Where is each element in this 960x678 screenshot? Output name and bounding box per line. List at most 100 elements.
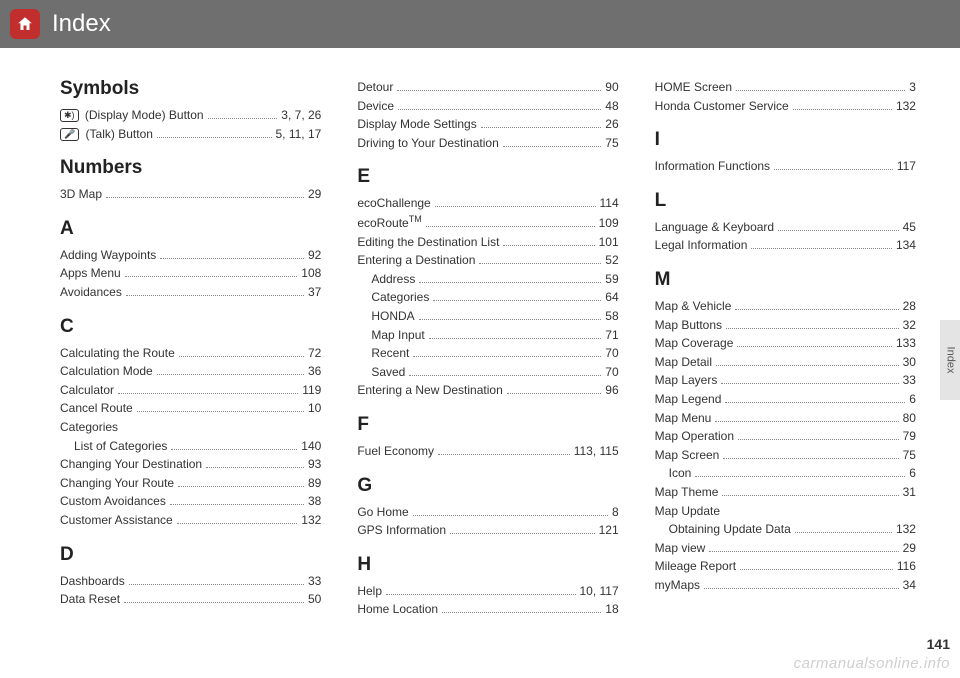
index-content: Symbols✱) (Display Mode) Button3, 7, 26🎤… xyxy=(0,48,960,619)
leader-dots xyxy=(106,197,304,198)
index-entry: Icon6 xyxy=(655,464,916,483)
leader-dots xyxy=(709,551,898,552)
index-entry-page: 10, 117 xyxy=(580,582,619,601)
index-entry-page: 108 xyxy=(301,264,321,283)
index-entry: Entering a New Destination96 xyxy=(357,381,618,400)
index-entry: Help 10, 117 xyxy=(357,582,618,601)
index-entry-label: Custom Avoidances xyxy=(60,492,166,511)
index-entry: myMaps34 xyxy=(655,576,916,595)
index-entry: Map & Vehicle28 xyxy=(655,297,916,316)
index-section-heading: A xyxy=(60,218,321,240)
index-entry-label: Detour xyxy=(357,78,393,97)
index-entry-label: Map & Vehicle xyxy=(655,297,732,316)
leader-dots xyxy=(442,612,601,613)
index-entry-label: Driving to Your Destination xyxy=(357,134,498,153)
index-entry: Map Coverage133 xyxy=(655,334,916,353)
index-entry: GPS Information121 xyxy=(357,521,618,540)
leader-dots xyxy=(137,411,304,412)
index-entry: Map Detail30 xyxy=(655,353,916,372)
leader-dots xyxy=(716,365,899,366)
index-entry-page: 3, 7, 26 xyxy=(281,106,321,125)
index-column: Symbols✱) (Display Mode) Button3, 7, 26🎤… xyxy=(60,78,321,619)
index-entry-label: Map Buttons xyxy=(655,316,722,335)
leader-dots xyxy=(715,421,898,422)
index-entry-label: HONDA xyxy=(371,307,414,326)
index-entry: Adding Waypoints92 xyxy=(60,246,321,265)
leader-dots xyxy=(438,454,570,455)
index-section-heading: H xyxy=(357,554,618,576)
index-entry-page: 50 xyxy=(308,590,321,609)
leader-dots xyxy=(723,458,898,459)
index-entry: Avoidances37 xyxy=(60,283,321,302)
index-entry-label: Device xyxy=(357,97,394,116)
leader-dots xyxy=(695,476,905,477)
leader-dots xyxy=(725,402,905,403)
index-entry-label: Map Coverage xyxy=(655,334,734,353)
index-entry-label: 🎤 (Talk) Button xyxy=(60,125,153,144)
leader-dots xyxy=(740,569,893,570)
index-entry-label: HOME Screen xyxy=(655,78,732,97)
leader-dots xyxy=(124,602,304,603)
index-entry-page: 26 xyxy=(605,115,618,134)
leader-dots xyxy=(126,295,304,296)
index-entry-page: 32 xyxy=(903,316,916,335)
index-entry: HOME Screen3 xyxy=(655,78,916,97)
index-entry-page: 10 xyxy=(308,399,321,418)
leader-dots xyxy=(170,504,304,505)
button-glyph-icon: 🎤 xyxy=(60,128,79,141)
index-entry-label: Categories xyxy=(60,418,118,437)
leader-dots xyxy=(793,109,892,110)
index-entry-label: Dashboards xyxy=(60,572,125,591)
index-entry-label: Recent xyxy=(371,344,409,363)
index-entry: Apps Menu 108 xyxy=(60,264,321,283)
index-entry-label: Icon xyxy=(669,464,692,483)
index-column: HOME Screen3Honda Customer Service132IIn… xyxy=(655,78,916,619)
index-entry-label: Avoidances xyxy=(60,283,122,302)
index-entry-label: Mileage Report xyxy=(655,557,736,576)
index-entry-page: 116 xyxy=(897,557,916,576)
index-entry-page: 75 xyxy=(903,446,916,465)
index-entry: 🎤 (Talk) Button5, 11, 17 xyxy=(60,125,321,144)
index-entry-label: Apps Menu xyxy=(60,264,121,283)
leader-dots xyxy=(433,300,601,301)
leader-dots xyxy=(704,588,899,589)
index-entry-label: Help xyxy=(357,582,382,601)
leader-dots xyxy=(177,523,298,524)
leader-dots xyxy=(778,230,899,231)
leader-dots xyxy=(178,486,304,487)
index-entry-page: 8 xyxy=(612,503,619,522)
leader-dots xyxy=(429,338,602,339)
index-entry-page: 70 xyxy=(605,363,618,382)
index-entry-page: 134 xyxy=(896,236,916,255)
index-section-heading: I xyxy=(655,129,916,151)
leader-dots xyxy=(208,118,278,119)
index-section-heading: F xyxy=(357,414,618,436)
index-entry: Map Buttons 32 xyxy=(655,316,916,335)
index-entry-page: 31 xyxy=(903,483,916,502)
leader-dots xyxy=(397,90,601,91)
index-entry: Map view29 xyxy=(655,539,916,558)
home-icon[interactable] xyxy=(10,9,40,39)
page-number: 141 xyxy=(927,636,950,652)
side-tab-label: Index xyxy=(944,347,956,374)
index-entry-page: 140 xyxy=(301,437,321,456)
index-entry: Home Location18 xyxy=(357,600,618,619)
leader-dots xyxy=(179,356,304,357)
index-entry-page: 33 xyxy=(308,572,321,591)
index-entry: Calculating the Route72 xyxy=(60,344,321,363)
index-entry-page: 92 xyxy=(308,246,321,265)
trademark-suffix: TM xyxy=(409,214,422,224)
index-section-heading: D xyxy=(60,544,321,566)
index-entry-label: ecoChallenge xyxy=(357,194,430,213)
index-entry: Map Theme31 xyxy=(655,483,916,502)
index-entry-label: myMaps xyxy=(655,576,700,595)
index-entry-page: 96 xyxy=(605,381,618,400)
index-entry-label: GPS Information xyxy=(357,521,446,540)
index-section-heading: L xyxy=(655,190,916,212)
index-entry-page: 33 xyxy=(903,371,916,390)
index-entry: Information Functions117 xyxy=(655,157,916,176)
index-section-heading: Symbols xyxy=(60,78,321,100)
leader-dots xyxy=(450,533,595,534)
index-section-heading: G xyxy=(357,475,618,497)
index-entry-page: 93 xyxy=(308,455,321,474)
